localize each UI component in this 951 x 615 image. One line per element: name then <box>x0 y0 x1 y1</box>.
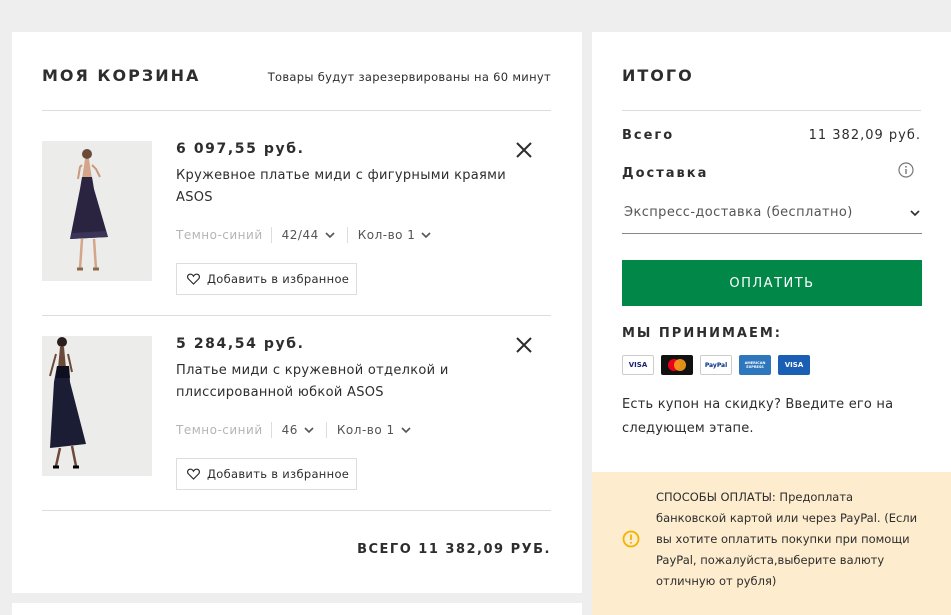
mastercard-icon <box>661 355 693 375</box>
add-to-favorites-button[interactable]: Добавить в избранное <box>176 263 357 295</box>
cart-item: 6 097,55 руб. Кружевное платье миди с фи… <box>42 141 551 301</box>
cart-item: 5 284,54 руб. Платье миди с кружевной от… <box>42 336 551 496</box>
next-panel <box>12 603 582 615</box>
favorite-label: Добавить в избранное <box>207 467 350 481</box>
heart-icon <box>187 273 200 285</box>
item-price: 6 097,55 руб. <box>176 141 305 157</box>
cart-panel: МОЯ КОРЗИНА Товары будут зарезервированы… <box>12 32 582 593</box>
divider <box>325 422 327 438</box>
visa-electron-icon: VISA <box>778 355 810 375</box>
quantity-select[interactable]: Кол-во 1 <box>337 423 423 437</box>
size-value: 42/44 <box>281 228 319 242</box>
quantity-value: Кол-во 1 <box>357 228 416 242</box>
add-to-favorites-button[interactable]: Добавить в избранное <box>176 458 357 490</box>
product-image[interactable] <box>42 336 152 476</box>
divider <box>42 315 551 316</box>
remove-item-button[interactable] <box>515 141 533 159</box>
accepted-payments-title: МЫ ПРИНИМАЕМ: <box>622 326 782 341</box>
coupon-note: Есть купон на скидку? Введите его на сле… <box>622 397 894 436</box>
quantity-value: Кол-во 1 <box>336 423 395 437</box>
subtotal-value: 11 382,09 руб. <box>808 128 921 143</box>
divider <box>622 110 921 111</box>
pay-button[interactable]: ОПЛАТИТЬ <box>622 260 922 306</box>
close-icon <box>516 337 532 353</box>
cart-total: ВСЕГО 11 382,09 РУБ. <box>357 542 551 557</box>
size-select[interactable]: 46 <box>282 423 326 437</box>
item-price: 5 284,54 руб. <box>176 336 305 352</box>
item-properties: Темно-синий 42/44 Кол-во 1 <box>176 226 443 244</box>
delivery-label: Доставка <box>622 166 709 181</box>
favorite-label: Добавить в избранное <box>207 272 350 286</box>
close-icon <box>516 142 532 158</box>
quantity-select[interactable]: Кол-во 1 <box>358 228 444 242</box>
summary-panel: ИТОГО Всего 11 382,09 руб. Доставка Эксп… <box>592 32 951 472</box>
subtotal-row: Всего 11 382,09 руб. <box>622 128 921 143</box>
heart-icon <box>187 468 200 480</box>
payment-notice: СПОСОБЫ ОПЛАТЫ: Предоплата банковской ка… <box>592 472 951 615</box>
warning-icon <box>622 530 640 548</box>
visa-card-icon: VISA <box>622 355 654 375</box>
delivery-select[interactable]: Экспресс-доставка (бесплатно) <box>622 200 922 234</box>
divider <box>270 227 272 243</box>
amex-icon: AMERICAN EXPRESS <box>739 355 771 375</box>
divider <box>42 510 551 511</box>
remove-item-button[interactable] <box>515 336 533 354</box>
item-name[interactable]: Платье миди с кружевной отделкой и плисс… <box>176 360 506 404</box>
size-value: 46 <box>281 423 298 437</box>
info-icon[interactable] <box>898 162 914 178</box>
chevron-down-icon <box>325 232 335 238</box>
divider <box>42 110 551 111</box>
item-color: Темно-синий <box>176 423 263 437</box>
chevron-down-icon <box>421 232 432 238</box>
item-properties: Темно-синий 46 Кол-во 1 <box>176 421 423 439</box>
paypal-icon: PayPal <box>700 355 732 375</box>
item-color: Темно-синий <box>176 228 263 242</box>
reserve-note: Товары будут зарезервированы на 60 минут <box>267 70 551 84</box>
payment-methods: VISA PayPal AMERICAN EXPRESS VISA <box>622 355 810 375</box>
subtotal-label: Всего <box>622 128 675 143</box>
notice-text: СПОСОБЫ ОПЛАТЫ: Предоплата банковской ка… <box>656 490 918 588</box>
divider <box>270 422 272 438</box>
delivery-option: Экспресс-доставка (бесплатно) <box>624 205 853 220</box>
chevron-down-icon <box>401 427 411 433</box>
item-name[interactable]: Кружевное платье миди с фигурными краями… <box>176 165 506 209</box>
size-select[interactable]: 42/44 <box>282 228 347 242</box>
divider <box>346 227 348 243</box>
cart-title: МОЯ КОРЗИНА <box>42 66 201 85</box>
summary-title: ИТОГО <box>622 66 694 85</box>
product-image[interactable] <box>42 141 152 281</box>
chevron-down-icon <box>304 427 314 433</box>
chevron-down-icon <box>910 209 920 216</box>
delivery-row: Доставка <box>622 166 921 181</box>
